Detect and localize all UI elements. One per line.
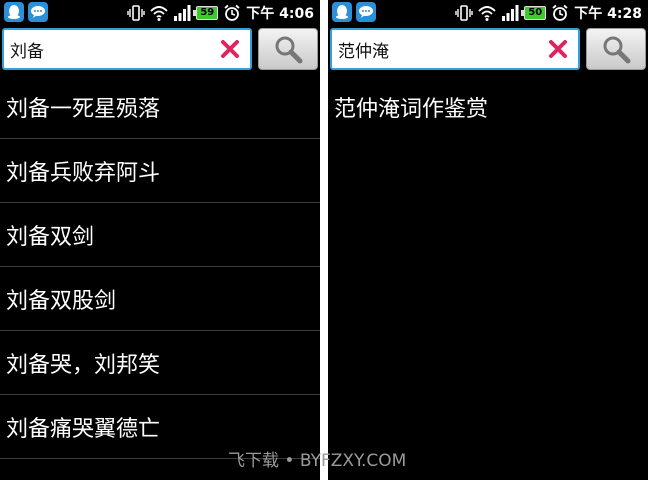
vibrate-icon xyxy=(455,5,473,21)
battery-indicator: 59 xyxy=(193,6,219,20)
search-icon xyxy=(275,36,303,64)
list-item[interactable]: 范仲淹词作鉴赏 xyxy=(328,75,648,139)
search-row xyxy=(0,28,320,72)
result-list: 刘备一死星殒落 刘备兵败弃阿斗 刘备双剑 刘备双股剑 刘备哭，刘邦笑 刘备痛哭翼… xyxy=(0,75,320,459)
result-title: 刘备一死星殒落 xyxy=(6,96,161,122)
list-item[interactable]: 刘备一死星殒落 xyxy=(0,75,320,139)
signal-icon xyxy=(174,5,191,21)
phone-screen-right: 50 下午 4:28 范仲淹词作鉴赏 xyxy=(328,0,648,480)
wifi-icon xyxy=(478,6,496,21)
watermark: 飞下载 • BYFZXY.COM xyxy=(228,451,407,471)
list-item[interactable]: 刘备双股剑 xyxy=(0,267,320,331)
list-item[interactable]: 刘备兵败弃阿斗 xyxy=(0,139,320,203)
result-title: 范仲淹词作鉴赏 xyxy=(334,97,489,122)
search-row xyxy=(328,28,648,72)
result-title: 刘备痛哭翼德亡 xyxy=(6,416,161,442)
wifi-icon xyxy=(150,6,168,21)
list-item[interactable]: 刘备双剑 xyxy=(0,203,320,267)
search-box[interactable] xyxy=(2,28,252,70)
clear-icon xyxy=(221,40,239,58)
chat-icon xyxy=(356,2,376,22)
phone-screen-left: 59 下午 4:06 刘备一死星殒落 刘备兵败弃阿斗 刘备双剑 刘备双股剑 刘备… xyxy=(0,0,320,480)
clear-button[interactable] xyxy=(546,37,570,61)
search-box[interactable] xyxy=(330,28,580,70)
status-bar: 59 下午 4:06 xyxy=(0,0,320,25)
qq-icon xyxy=(332,2,352,22)
result-title: 刘备双剑 xyxy=(6,224,95,250)
search-input[interactable] xyxy=(10,37,200,61)
chat-icon xyxy=(28,2,48,22)
search-icon xyxy=(603,36,631,64)
search-button[interactable] xyxy=(586,28,646,70)
result-list: 范仲淹词作鉴赏 xyxy=(328,75,648,139)
alarm-icon xyxy=(224,4,240,21)
result-title: 刘备兵败弃阿斗 xyxy=(6,160,161,186)
result-title: 刘备哭，刘邦笑 xyxy=(6,352,161,378)
clear-icon xyxy=(549,40,567,58)
list-item[interactable]: 刘备哭，刘邦笑 xyxy=(0,331,320,395)
search-input[interactable] xyxy=(338,37,528,61)
qq-icon xyxy=(4,2,24,22)
vibrate-icon xyxy=(127,5,145,21)
clear-button[interactable] xyxy=(218,37,242,61)
status-time: 下午 4:28 xyxy=(574,6,642,22)
battery-indicator: 50 xyxy=(521,6,547,20)
status-bar: 50 下午 4:28 xyxy=(328,0,648,25)
signal-icon xyxy=(502,5,519,21)
status-time: 下午 4:06 xyxy=(246,6,314,22)
search-button[interactable] xyxy=(258,28,318,70)
alarm-icon xyxy=(552,4,568,21)
result-title: 刘备双股剑 xyxy=(6,288,117,314)
